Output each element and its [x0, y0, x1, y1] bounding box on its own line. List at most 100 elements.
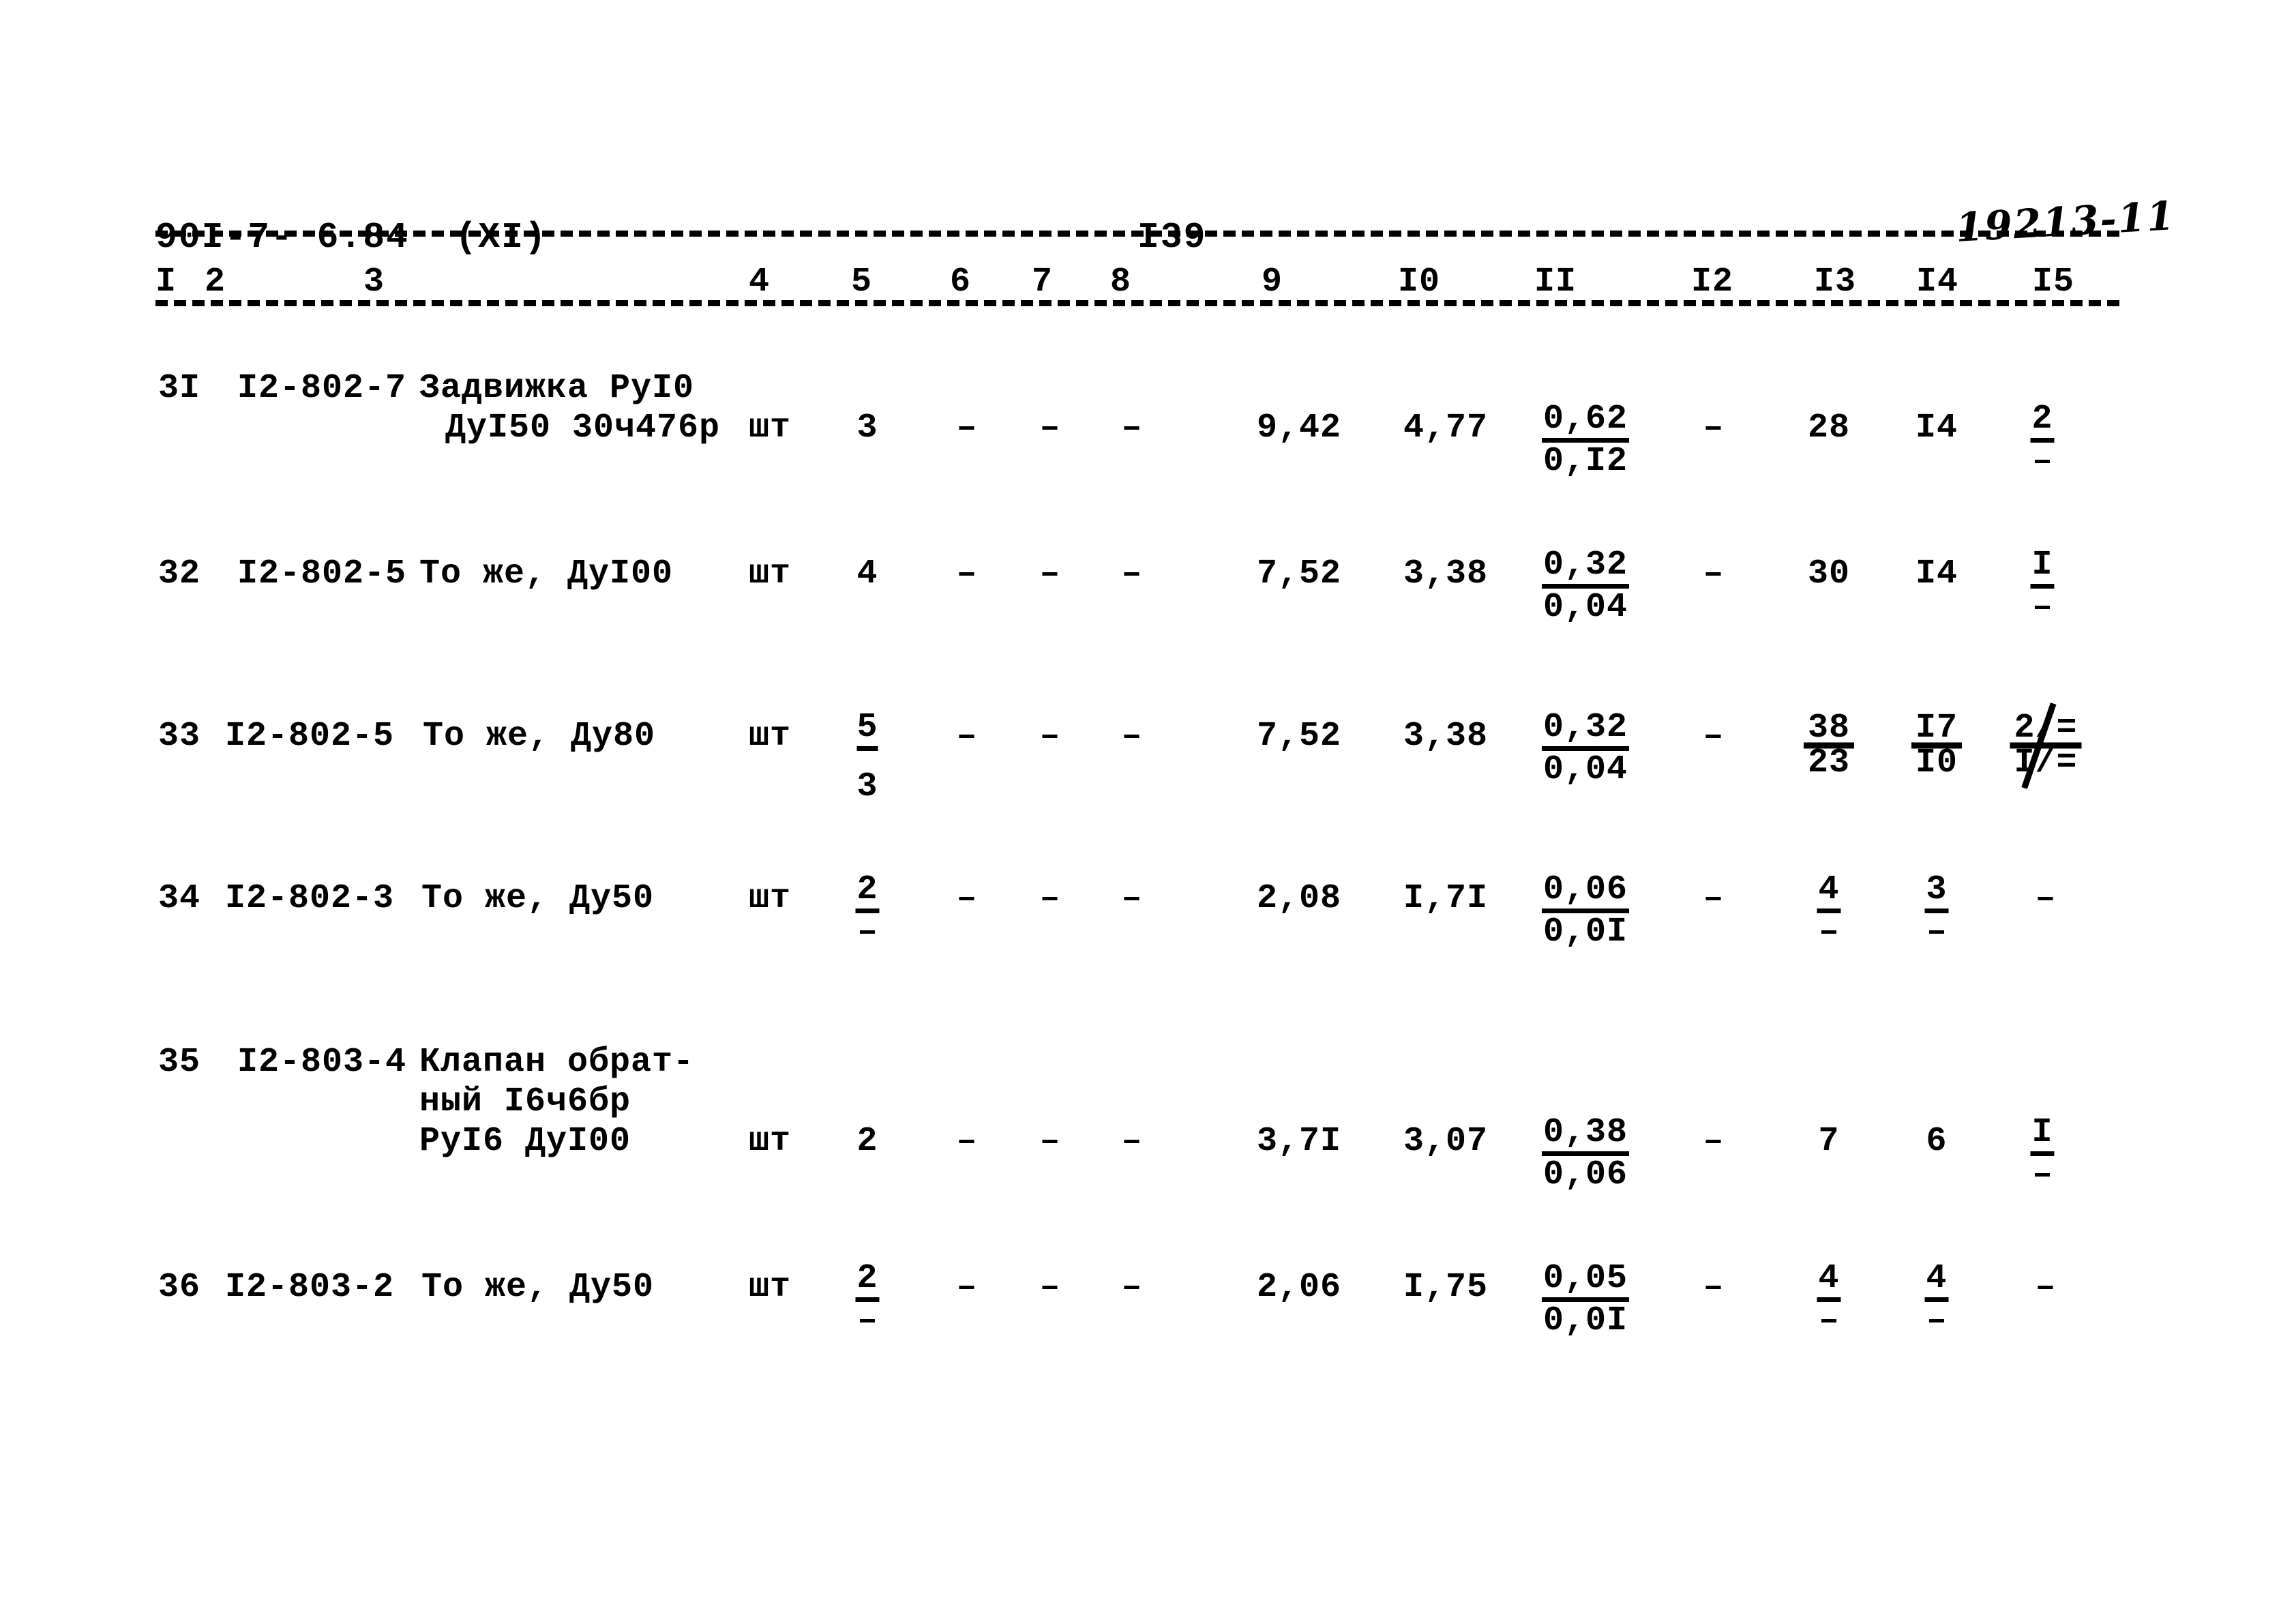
row-col13-numerator: 4 [1817, 873, 1841, 913]
row-col15: 2– [2030, 402, 2055, 482]
row-col7: – [1039, 879, 1061, 918]
row-col11: 0,06 0,0I [1541, 873, 1630, 952]
row-col14-numerator: 4 [1924, 1262, 1949, 1302]
row-col10: I,7I [1403, 879, 1489, 918]
table-top-rule [155, 231, 2119, 237]
row-col8: – [1121, 555, 1143, 593]
row-col14-corrected-value: I0 [1915, 743, 1958, 782]
row-description-line-1: Клапан обрат- [419, 1043, 695, 1082]
row-description-line-1: То же, Ду50 [421, 879, 655, 918]
row-col14: I7 I0 [1915, 711, 1958, 783]
row-unit: шт [749, 409, 792, 447]
row-description-line-2: ДуI50 30ч476р [445, 409, 721, 447]
row-col6: – [956, 879, 978, 918]
row-col11-denominator: 0,06 [1542, 1155, 1628, 1194]
row-col15-denominator: – [2031, 442, 2053, 481]
row-col15: – [2035, 1268, 2057, 1307]
row-col11-numerator: 0,06 [1541, 873, 1630, 913]
row-col12: – [1703, 879, 1725, 918]
row-code: I2-802-5 [237, 555, 407, 593]
row-col13: 4– [1817, 1262, 1841, 1341]
row-col15-numerator: I [2030, 1116, 2055, 1156]
row-description-line-1: То же, Ду50 [421, 1268, 655, 1307]
document-page: 90I-7- 6.84 (XI) I39 19213-11 I 2 3 4 5 … [0, 0, 2296, 1611]
row-col14-denominator: – [1926, 913, 1948, 951]
row-col9: 7,52 [1256, 555, 1342, 593]
row-col9: 2,06 [1256, 1268, 1342, 1307]
row-col7: – [1039, 555, 1061, 593]
column-number-14: I4 [1916, 263, 1959, 301]
page-header: 90I-7- 6.84 (XI) I39 19213-11 [0, 102, 2296, 258]
row-col12: – [1703, 1122, 1725, 1161]
column-number-5: 5 [851, 263, 873, 301]
row-col11: 0,32 0,04 [1541, 711, 1630, 790]
row-col10: I,75 [1403, 1268, 1489, 1307]
row-code: I2-802-7 [237, 369, 407, 408]
column-number-3: 3 [363, 263, 385, 301]
row-col15-corrected-value: I/= [2014, 743, 2078, 782]
row-number: 3I [158, 369, 201, 408]
column-number-8: 8 [1110, 263, 1132, 301]
row-unit: шт [749, 1122, 792, 1161]
row-col13-corrected-value: 23 [1807, 743, 1851, 782]
row-description-line-3: РуI6 ДуI00 [419, 1122, 631, 1161]
row-col9: 7,52 [1256, 717, 1342, 756]
row-col11-denominator: 0,I2 [1542, 442, 1628, 481]
column-number-15: I5 [2032, 263, 2075, 301]
row-col15: I – [2030, 548, 2055, 627]
row-unit: шт [749, 879, 792, 918]
row-col14-numerator: 3 [1924, 873, 1949, 913]
row-col11-denominator: 0,0I [1542, 1301, 1628, 1340]
row-col5-upper: 5 [856, 711, 878, 751]
row-col7: – [1039, 1268, 1061, 1307]
row-description-line-1: То же, Ду80 [423, 717, 656, 756]
row-unit: шт [749, 555, 792, 593]
row-col8: – [1121, 1268, 1143, 1307]
row-col11-numerator: 0,05 [1541, 1262, 1630, 1302]
row-col8: – [1121, 717, 1143, 756]
row-number: 35 [158, 1043, 201, 1082]
row-col6: – [956, 1268, 978, 1307]
row-col10: 4,77 [1403, 409, 1489, 447]
row-col6: – [956, 1122, 978, 1161]
row-col9: 3,7I [1256, 1122, 1342, 1161]
row-number: 32 [158, 555, 201, 593]
row-col15-denominator: – [2031, 588, 2053, 627]
column-number-10: I0 [1398, 263, 1441, 301]
row-code: I2-803-4 [237, 1043, 407, 1082]
row-number: 33 [158, 717, 201, 756]
row-col10: 3,38 [1403, 717, 1489, 756]
row-number: 36 [158, 1268, 201, 1307]
row-col14: 6 [1926, 1122, 1948, 1161]
row-col12: – [1703, 409, 1725, 447]
column-number-rule [155, 300, 2119, 306]
row-col5-denominator: – [856, 913, 878, 951]
row-col13: 38 23 [1808, 711, 1850, 783]
column-number-7: 7 [1032, 263, 1054, 301]
row-col8: – [1121, 879, 1143, 918]
row-col5: 2– [855, 1262, 880, 1341]
row-description-line-1: То же, ДуI00 [419, 555, 674, 593]
page-number: I39 [1137, 217, 1207, 258]
row-col15: I – [2030, 1116, 2055, 1195]
row-code: I2-802-3 [225, 879, 395, 918]
row-col13: 4– [1817, 873, 1841, 952]
row-col13-numerator: 4 [1817, 1262, 1841, 1302]
row-col11-denominator: 0,04 [1542, 750, 1628, 789]
column-number-2: 2 [205, 263, 226, 301]
row-col6: – [956, 717, 978, 756]
row-col13-denominator: – [1818, 913, 1840, 951]
row-col7: – [1039, 717, 1061, 756]
column-number-4: 4 [749, 263, 771, 301]
row-col11: 0,62 0,I2 [1541, 402, 1630, 482]
column-number-6: 6 [950, 263, 972, 301]
row-col15-struck-value: 2/= [2014, 709, 2078, 748]
row-col11: 0,38 0,06 [1541, 1116, 1630, 1195]
row-col14: 3– [1924, 873, 1949, 952]
row-col11-numerator: 0,32 [1541, 711, 1630, 751]
column-number-11: II [1534, 263, 1577, 301]
row-col9: 2,08 [1256, 879, 1342, 918]
column-number-13: I3 [1814, 263, 1857, 301]
row-col5: 3 [856, 409, 878, 447]
row-description-line-2: ный I6ч6бр [419, 1082, 631, 1121]
